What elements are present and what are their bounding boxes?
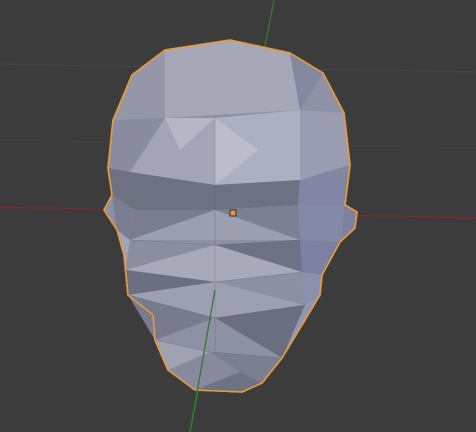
- mesh-face: [113, 50, 165, 120]
- mesh-face: [300, 240, 340, 275]
- mesh-face: [302, 272, 322, 305]
- object-origin-dot[interactable]: [229, 209, 237, 217]
- viewport-canvas[interactable]: [0, 0, 476, 432]
- mesh-face: [165, 40, 300, 118]
- 3d-viewport[interactable]: [0, 0, 476, 432]
